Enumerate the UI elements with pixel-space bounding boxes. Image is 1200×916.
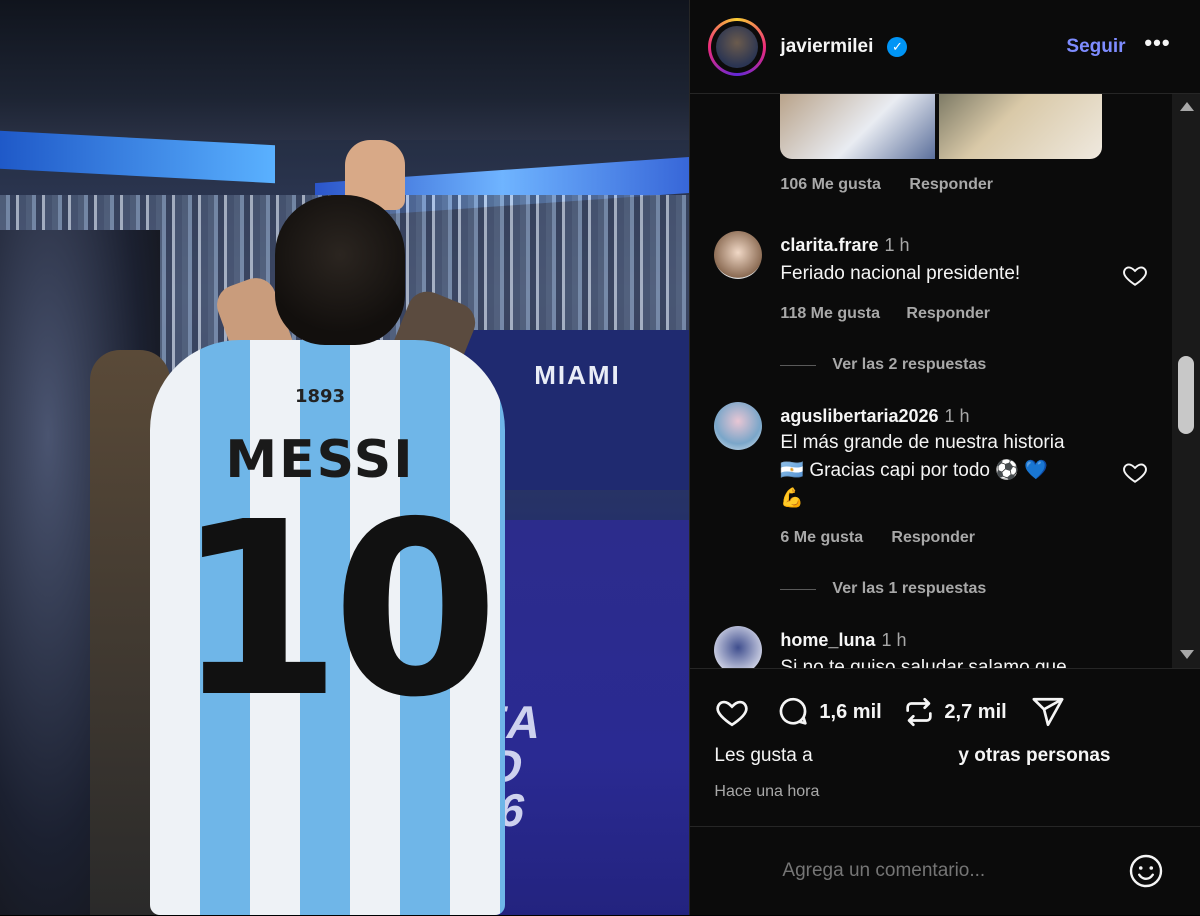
follow-button[interactable]: Seguir xyxy=(1066,36,1125,58)
player-head xyxy=(275,195,405,345)
comment-count: 1,6 mil xyxy=(819,700,882,723)
comment-time: 1 h xyxy=(944,406,970,426)
comment-username[interactable]: clarita.frare 1 h xyxy=(780,235,909,256)
more-options-icon[interactable]: ••• xyxy=(1144,30,1170,56)
post-timestamp[interactable]: Hace una hora xyxy=(714,783,819,801)
comment-likes[interactable]: 6 Me gusta xyxy=(780,529,863,547)
share-button[interactable] xyxy=(1030,695,1066,729)
heart-icon[interactable] xyxy=(714,695,750,729)
post-viewer: MIAMI FIFA RLD 2026 1893 MESSI 10 javier… xyxy=(0,0,1200,915)
comment-text: Si no te quiso saludar salamo que xyxy=(780,657,1067,668)
comment-text: Feriado nacional presidente! xyxy=(780,263,1021,284)
comment-icon[interactable] xyxy=(775,695,811,729)
liked-by-others[interactable]: y otras personas xyxy=(958,745,1110,767)
player: 1893 MESSI 10 xyxy=(140,140,505,915)
reply-button[interactable]: Responder xyxy=(906,305,990,323)
comment-image[interactable] xyxy=(780,94,936,159)
scrollbar-thumb[interactable] xyxy=(1178,356,1195,434)
share-icon[interactable] xyxy=(1030,695,1066,729)
avatar[interactable] xyxy=(714,231,763,279)
scroll-up-icon[interactable] xyxy=(1180,102,1195,111)
like-button[interactable] xyxy=(714,695,750,729)
avatar xyxy=(716,26,759,68)
post-actions: 1,6 mil 2,7 mil Les gusta a y otras pers… xyxy=(690,668,1200,849)
jersey-year: 1893 xyxy=(294,386,346,407)
heart-icon[interactable] xyxy=(1122,459,1148,485)
comment-username[interactable]: home_luna 1 h xyxy=(780,630,906,651)
post-header: javiermilei ✓ Seguir ••• xyxy=(690,0,1200,94)
author-avatar[interactable] xyxy=(708,18,767,76)
heart-icon[interactable] xyxy=(1122,262,1148,288)
reply-button[interactable]: Responder xyxy=(891,529,975,547)
reply-button[interactable]: Responder xyxy=(909,176,993,194)
comment-button[interactable]: 1,6 mil xyxy=(775,695,882,729)
comment-time: 1 h xyxy=(884,235,910,255)
view-replies-button[interactable]: Ver las 1 respuestas xyxy=(780,580,986,598)
comment-image[interactable] xyxy=(939,94,1103,159)
view-replies-button[interactable]: Ver las 2 respuestas xyxy=(780,356,986,374)
scrollbar[interactable] xyxy=(1172,94,1200,668)
repost-button[interactable]: 2,7 mil xyxy=(902,695,1007,729)
repost-count: 2,7 mil xyxy=(944,700,1007,723)
verified-badge-icon: ✓ xyxy=(887,37,908,57)
avatar[interactable] xyxy=(714,626,763,668)
stadium-roof xyxy=(0,0,690,140)
repost-icon[interactable] xyxy=(902,695,936,729)
comments-list[interactable]: 106 Me gusta Responder clarita.frare 1 h … xyxy=(690,94,1172,668)
comment-time: 1 h xyxy=(881,630,907,650)
comment-username[interactable]: aguslibertaria2026 1 h xyxy=(780,406,969,427)
comment-likes[interactable]: 118 Me gusta xyxy=(780,305,880,323)
post-side-panel: javiermilei ✓ Seguir ••• 106 Me gusta Re… xyxy=(689,0,1200,915)
jersey-number: 10 xyxy=(175,470,499,750)
post-photo[interactable]: MIAMI FIFA RLD 2026 1893 MESSI 10 xyxy=(0,0,690,915)
comment-composer xyxy=(690,826,1200,916)
emoji-icon[interactable] xyxy=(1128,853,1164,889)
author-username[interactable]: javiermilei xyxy=(780,36,873,58)
scroll-down-icon[interactable] xyxy=(1180,650,1195,659)
avatar[interactable] xyxy=(714,402,763,450)
comment-images xyxy=(780,94,1103,159)
comment-text: El más grande de nuestra historia 🇦🇷 Gra… xyxy=(780,432,1065,509)
comment-input[interactable] xyxy=(780,859,1105,883)
liked-by-prefix: Les gusta a xyxy=(714,745,813,766)
comment-likes[interactable]: 106 Me gusta xyxy=(780,176,880,194)
